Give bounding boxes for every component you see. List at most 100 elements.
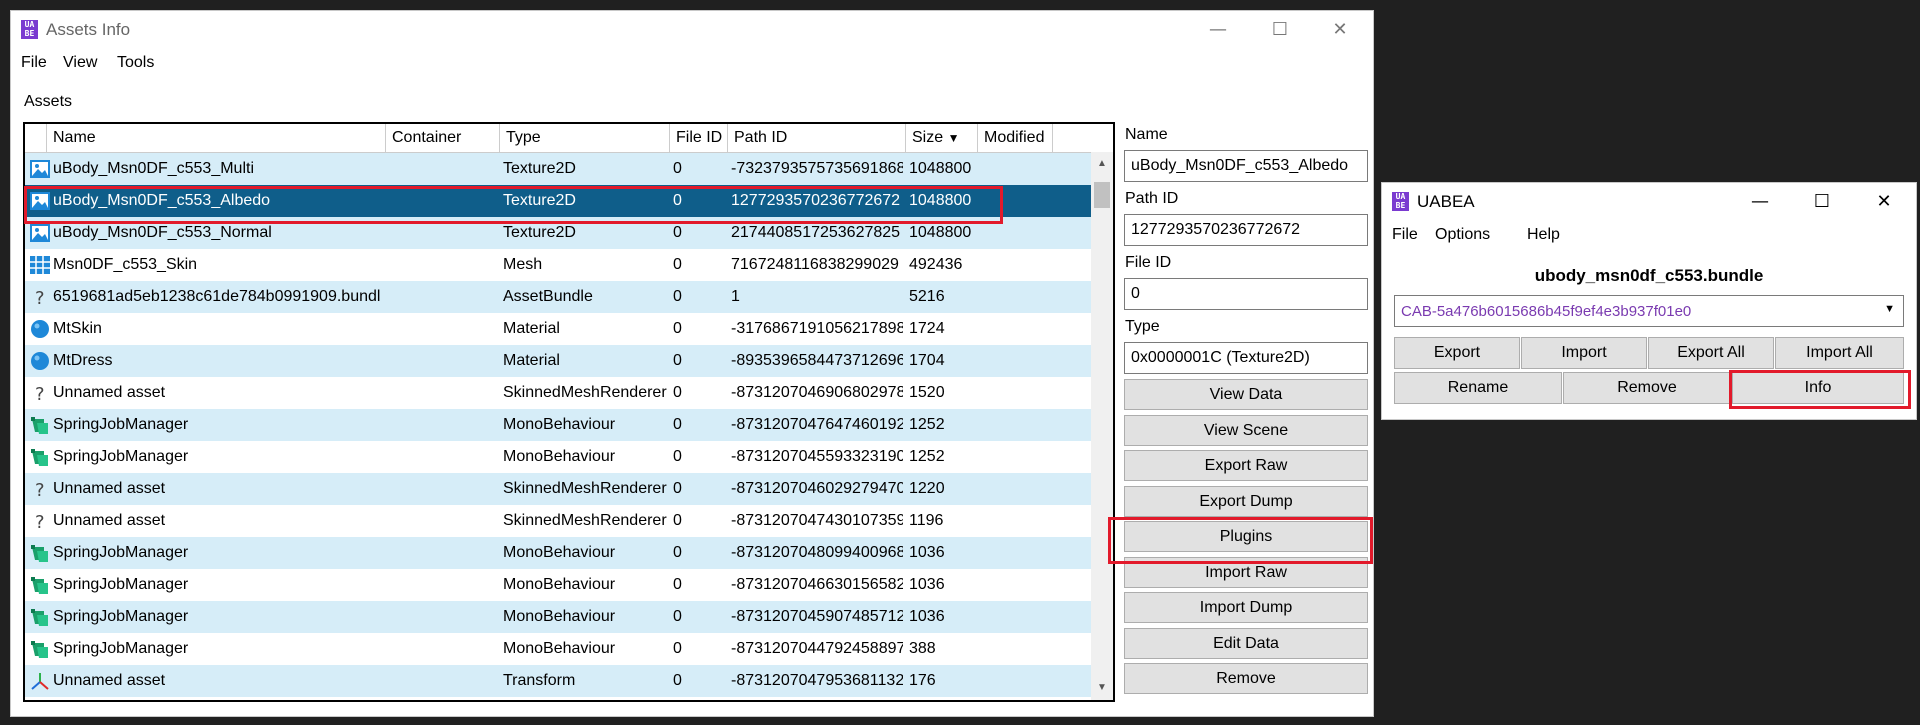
cell-file-id: 0: [673, 416, 682, 433]
bundle-remove-button[interactable]: Remove: [1563, 372, 1731, 404]
rename-button[interactable]: Rename: [1394, 372, 1562, 404]
uabea-menu-options[interactable]: Options: [1435, 226, 1490, 244]
column-path-id[interactable]: Path ID: [728, 124, 906, 152]
path-id-field[interactable]: 1277293570236772672: [1124, 214, 1368, 246]
cell-container: [392, 537, 496, 569]
uabea-minimize-icon[interactable]: —: [1728, 183, 1792, 221]
material-icon: [29, 351, 51, 371]
cell-size: 1252: [909, 416, 945, 433]
cell-size: 1036: [909, 608, 945, 625]
column-container[interactable]: Container: [386, 124, 500, 152]
cell-container: [392, 377, 496, 409]
table-row[interactable]: Unnamed asset Transform 0 -8731207047953681…: [25, 665, 1091, 697]
cell-type: Texture2D: [503, 192, 576, 209]
uabea-app-icon: UA BE: [21, 20, 38, 39]
export-all-button[interactable]: Export All: [1648, 337, 1774, 369]
vertical-scrollbar[interactable]: ▲ ▼: [1091, 152, 1113, 700]
cell-path-id: -8731207045907485712: [731, 608, 903, 625]
table-row[interactable]: MtSkin Material 0 -3176867191056217898 1724: [25, 313, 1091, 345]
export-dump-button[interactable]: Export Dump: [1124, 486, 1368, 517]
cell-file-id: 0: [673, 320, 682, 337]
column-type[interactable]: Type: [500, 124, 670, 152]
title-bar[interactable]: UA BE Assets Info — ☐ ✕: [11, 11, 1373, 49]
column-size[interactable]: Size ▼: [906, 124, 978, 152]
cell-size: 1048800: [909, 160, 972, 177]
table-row[interactable]: SpringJobManager MonoBehaviour 0 -873120704…: [25, 537, 1091, 569]
question-icon: ?: [29, 287, 51, 309]
table-row[interactable]: uBody_Msn0DF_c553_Multi Texture2D 0 -732379…: [25, 153, 1091, 185]
minimize-icon[interactable]: —: [1186, 11, 1250, 49]
import-raw-button[interactable]: Import Raw: [1124, 557, 1368, 588]
import-button[interactable]: Import: [1521, 337, 1647, 369]
table-row[interactable]: SpringJobManager MonoBehaviour 0 -873120704…: [25, 441, 1091, 473]
cell-container: [392, 153, 496, 185]
cell-container: [392, 345, 496, 377]
menu-tools[interactable]: Tools: [117, 54, 154, 72]
file-id-field[interactable]: 0: [1124, 278, 1368, 310]
view-scene-button[interactable]: View Scene: [1124, 415, 1368, 446]
cell-size: 1048800: [909, 192, 972, 209]
cell-name: Unnamed asset: [53, 480, 166, 497]
table-row[interactable]: MtDress Material 0 -8935396584473712696 1704: [25, 345, 1091, 377]
export-button[interactable]: Export: [1394, 337, 1520, 369]
assets-grid[interactable]: Name Container Type File ID Path ID Size…: [23, 122, 1115, 702]
table-row[interactable]: SpringJobManager MonoBehaviour 0 -873120704…: [25, 569, 1091, 601]
column-modified[interactable]: Modified: [978, 124, 1053, 152]
table-row[interactable]: SpringJobManager MonoBehaviour 0 -873120704…: [25, 409, 1091, 441]
uabea-menu-file[interactable]: File: [1392, 226, 1418, 244]
export-raw-button[interactable]: Export Raw: [1124, 450, 1368, 481]
cell-file-id: 0: [673, 256, 682, 273]
assets-info-window: UA BE Assets Info — ☐ ✕ File View Tools A…: [10, 10, 1374, 717]
cell-name: 6519681ad5eb1238c61de784b0991909.bundle: [53, 288, 381, 305]
chevron-down-icon: ▼: [1884, 303, 1895, 315]
view-data-button[interactable]: View Data: [1124, 379, 1368, 410]
edit-data-button[interactable]: Edit Data: [1124, 628, 1368, 659]
table-row[interactable]: Msn0DF_c553_Skin Mesh 0 7167248116838299029…: [25, 249, 1091, 281]
uabea-title-bar[interactable]: UA BE UABEA — ☐ ✕: [1382, 183, 1916, 221]
scroll-up-icon[interactable]: ▲: [1091, 154, 1113, 174]
menu-view[interactable]: View: [63, 54, 97, 72]
cell-size: 1196: [909, 512, 944, 529]
type-field[interactable]: 0x0000001C (Texture2D): [1124, 342, 1368, 374]
column-file-id[interactable]: File ID: [670, 124, 728, 152]
menu-file[interactable]: File: [21, 54, 47, 72]
table-row[interactable]: ? 6519681ad5eb1238c61de784b0991909.bundle…: [25, 281, 1091, 313]
import-all-button[interactable]: Import All: [1775, 337, 1904, 369]
info-button[interactable]: Info: [1732, 372, 1904, 404]
uabea-close-icon[interactable]: ✕: [1852, 183, 1916, 221]
cell-path-id: 7167248116838299029: [731, 256, 899, 273]
cell-path-id: -3176867191056217898: [731, 320, 903, 337]
path-id-label: Path ID: [1125, 190, 1179, 207]
table-row[interactable]: ? Unnamed asset SkinnedMeshRenderer 0 -87312…: [25, 377, 1091, 409]
table-row[interactable]: ? Unnamed asset SkinnedMeshRenderer 0 -87312…: [25, 473, 1091, 505]
cell-name: MtSkin: [53, 320, 102, 337]
close-icon[interactable]: ✕: [1308, 11, 1372, 49]
import-dump-button[interactable]: Import Dump: [1124, 592, 1368, 623]
name-label: Name: [1125, 126, 1168, 143]
file-select-dropdown[interactable]: CAB-5a476b6015686b45f9ef4e3b937f01e0 ▼: [1394, 295, 1904, 327]
cell-type: MonoBehaviour: [503, 448, 616, 465]
remove-button[interactable]: Remove: [1124, 663, 1368, 694]
name-field[interactable]: uBody_Msn0DF_c553_Albedo: [1124, 150, 1368, 182]
table-row[interactable]: uBody_Msn0DF_c553_Normal Texture2D 0 217440…: [25, 217, 1091, 249]
scroll-down-icon[interactable]: ▼: [1091, 678, 1113, 698]
plugins-button[interactable]: Plugins: [1124, 521, 1368, 552]
question-icon: ?: [29, 383, 51, 405]
cell-path-id: -8731207046630156582: [731, 576, 903, 593]
table-row[interactable]: SpringJobManager MonoBehaviour 0 -873120704…: [25, 601, 1091, 633]
question-icon: ?: [29, 511, 51, 533]
column-name[interactable]: Name: [47, 124, 386, 152]
maximize-icon[interactable]: ☐: [1248, 11, 1312, 49]
table-row-selected[interactable]: uBody_Msn0DF_c553_Albedo Texture2D 0 127729…: [25, 185, 1091, 217]
cell-size: 1036: [909, 576, 945, 593]
table-row[interactable]: SpringJobManager MonoBehaviour 0 -873120704…: [25, 633, 1091, 665]
cell-container: [392, 473, 496, 505]
uabea-maximize-icon[interactable]: ☐: [1790, 183, 1854, 221]
script-icon: [29, 415, 51, 435]
uabea-menu-help[interactable]: Help: [1527, 226, 1560, 244]
scroll-thumb[interactable]: [1094, 182, 1110, 208]
cell-type: MonoBehaviour: [503, 640, 616, 657]
table-row[interactable]: ? Unnamed asset SkinnedMeshRenderer 0 -87312…: [25, 505, 1091, 537]
svg-text:?: ?: [35, 384, 45, 403]
cell-file-id: 0: [673, 576, 682, 593]
